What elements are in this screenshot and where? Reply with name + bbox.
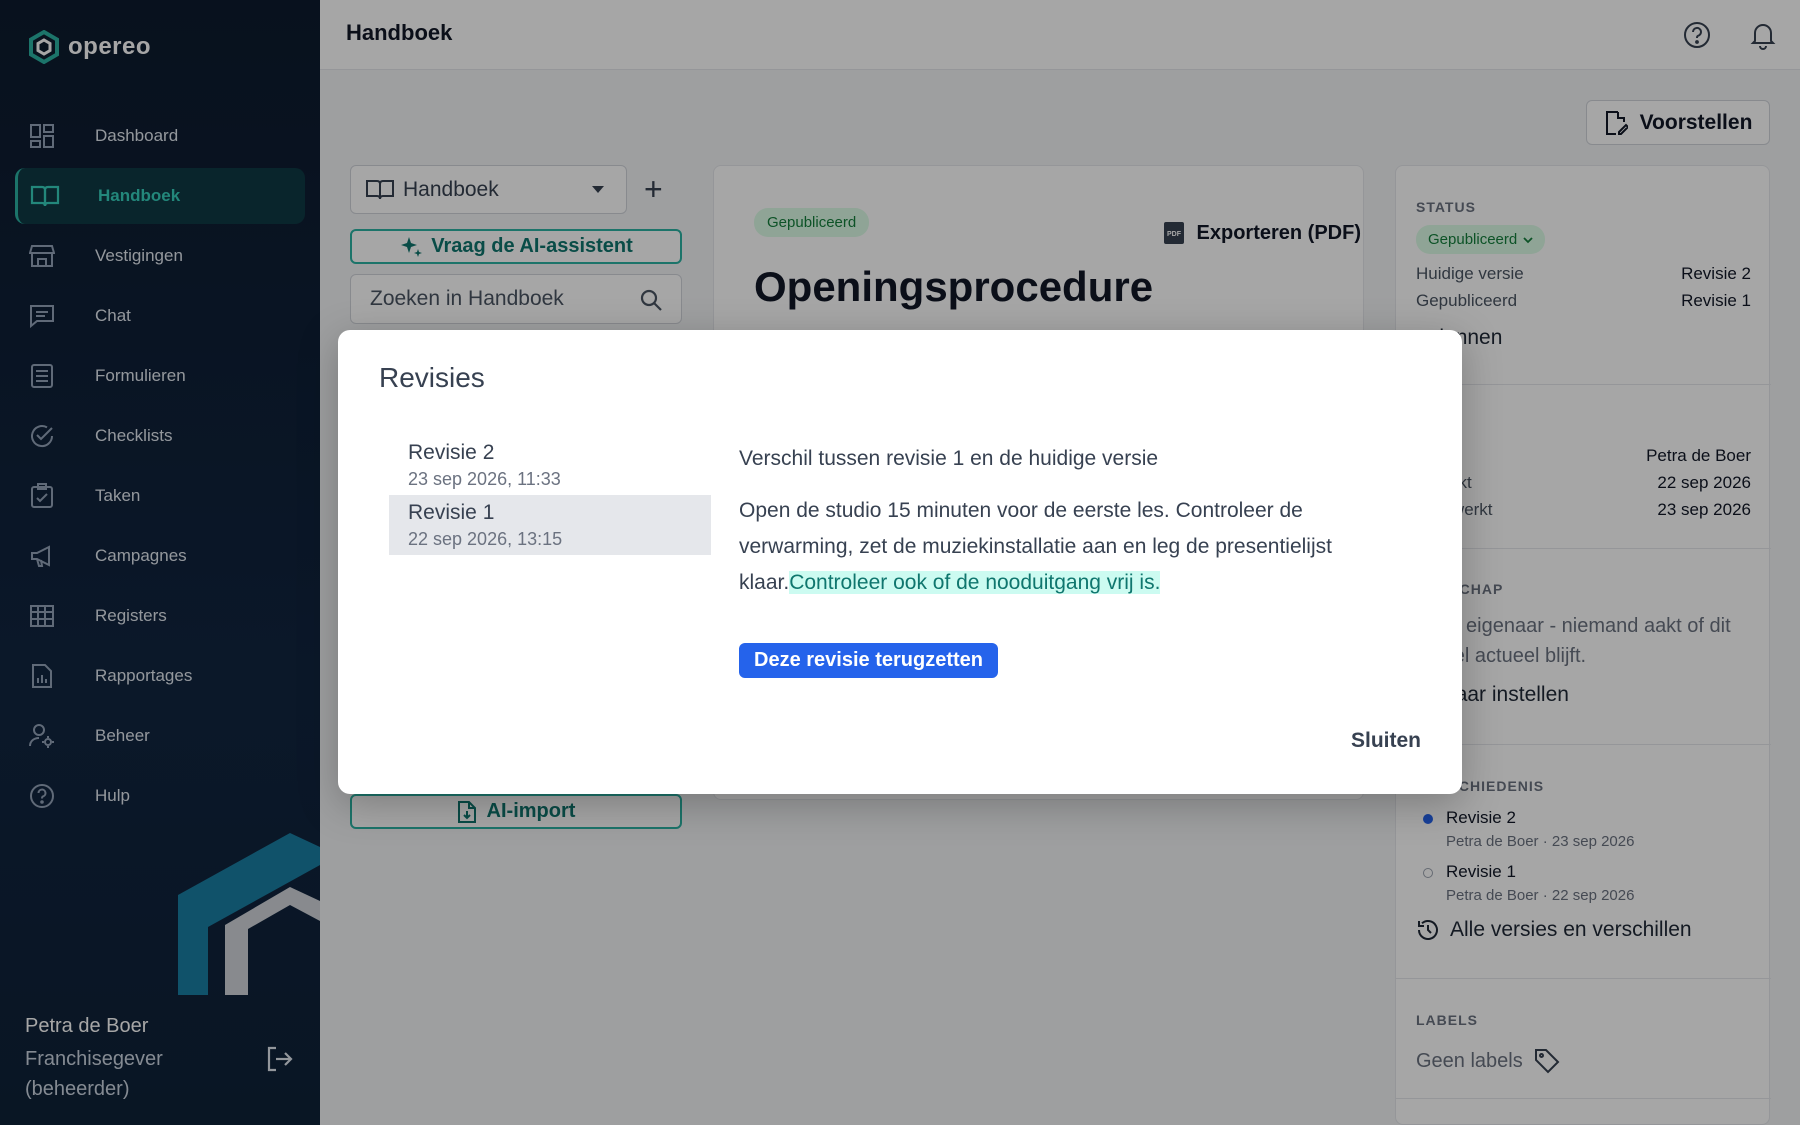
revision-item-selected[interactable]: Revisie 1 22 sep 2026, 13:15: [389, 495, 711, 555]
revisions-dialog: Revisies Revisie 2 23 sep 2026, 11:33 Re…: [338, 330, 1462, 794]
revision-date: 23 sep 2026, 11:33: [408, 469, 561, 489]
revision-date: 22 sep 2026, 13:15: [408, 529, 563, 549]
revision-item[interactable]: Revisie 2 23 sep 2026, 11:33: [389, 435, 711, 495]
dialog-title: Revisies: [379, 362, 485, 393]
revision-name: Revisie 2: [408, 441, 495, 464]
revision-name: Revisie 1: [408, 501, 495, 524]
revision-list: Revisie 2 23 sep 2026, 11:33 Revisie 1 2…: [389, 435, 711, 555]
diff-body: Open de studio 15 minuten voor de eerste…: [739, 493, 1399, 601]
close-button[interactable]: Sluiten: [1351, 729, 1421, 753]
diff-heading: Verschil tussen revisie 1 en de huidige …: [739, 447, 1159, 470]
diff-added-text: Controleer ook of de nooduitgang vrij is…: [789, 571, 1161, 594]
restore-revision-button[interactable]: Deze revisie terugzetten: [739, 643, 998, 678]
